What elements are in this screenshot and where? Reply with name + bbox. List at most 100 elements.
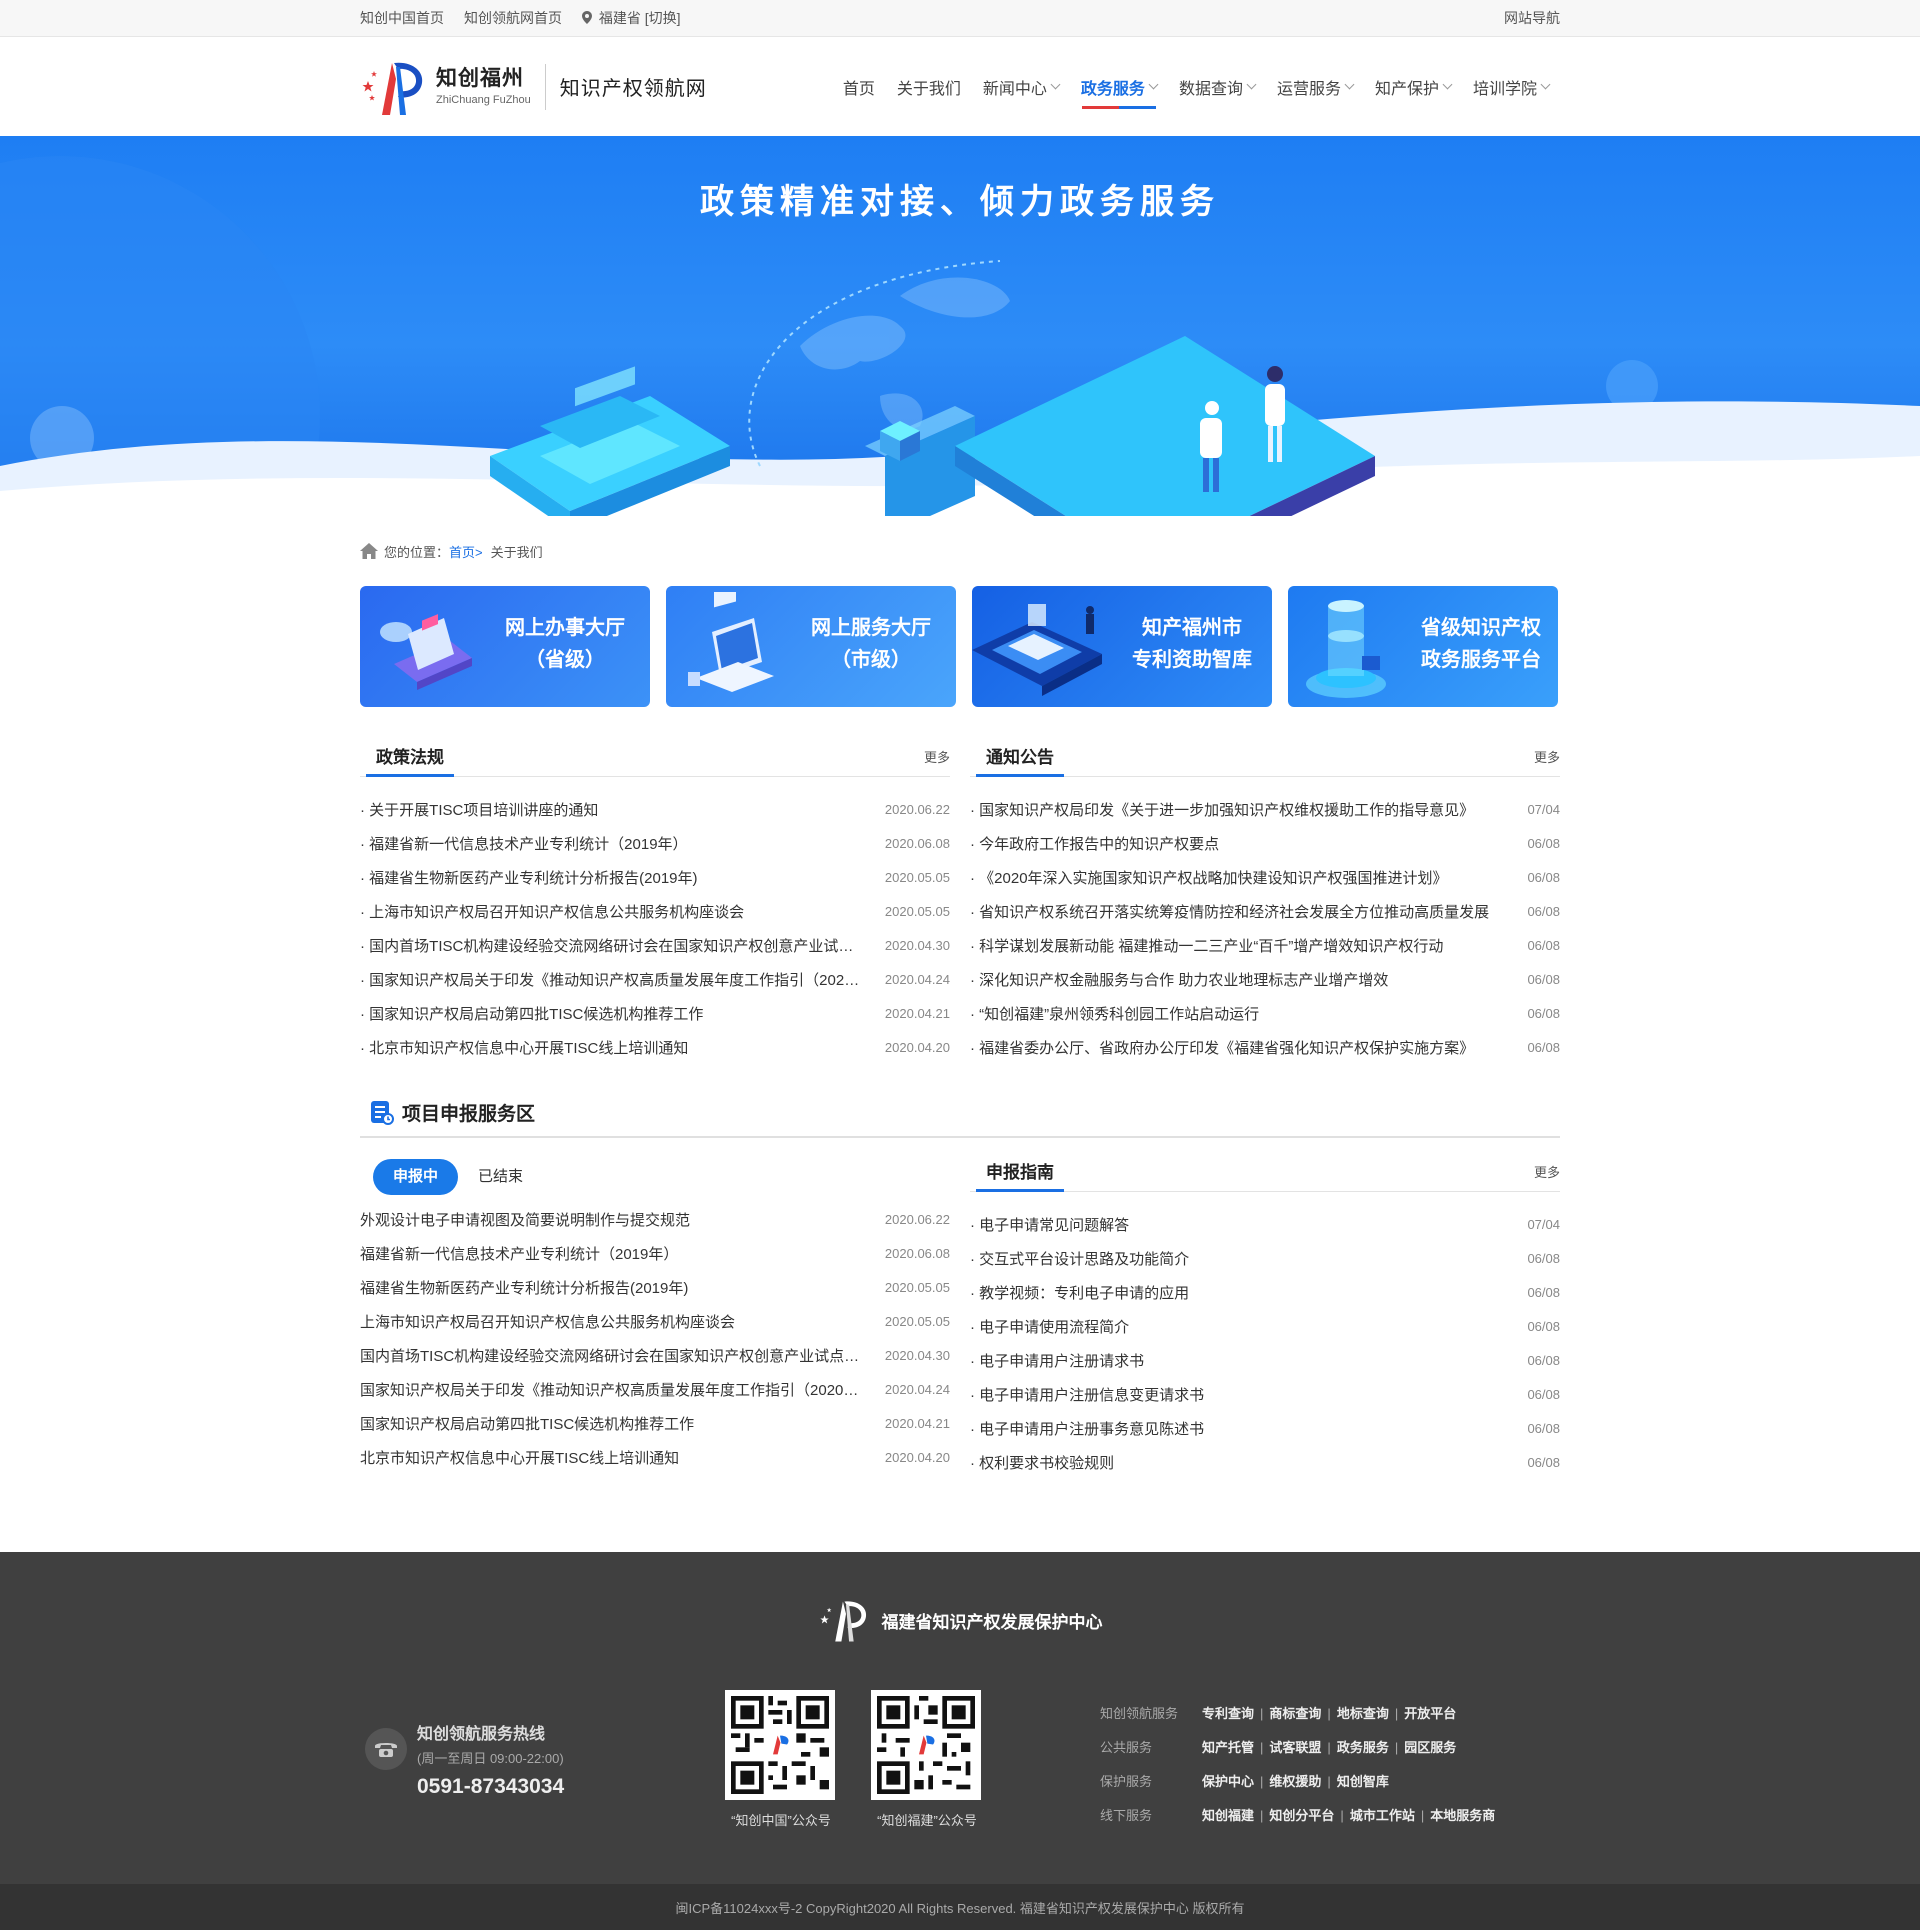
card-1-line-2: （省级） <box>525 649 605 671</box>
footer-link[interactable]: 园区服务 <box>1404 1740 1456 1755</box>
list-item[interactable]: · 上海市知识产权局召开知识产权信息公共服务机构座谈会 2020.05.05 <box>360 894 950 928</box>
zhichuang-china-home-link[interactable]: 知创中国首页 <box>360 8 444 28</box>
notice-more-link[interactable]: 更多 <box>1534 747 1560 776</box>
location-switch[interactable]: [切换] <box>645 10 681 26</box>
list-item[interactable]: · 今年政府工作报告中的知识产权要点 06/08 <box>970 826 1560 860</box>
footer-link[interactable]: 商标查询 <box>1269 1706 1321 1721</box>
site-logo[interactable]: 知创福州 ZhiChuang FuZhou 知识产权领航网 <box>360 57 707 117</box>
footer-link[interactable]: 地标查询 <box>1337 1706 1389 1721</box>
breadcrumb-prefix: 您的位置： <box>384 544 450 560</box>
nav-operation[interactable]: 运营服务 <box>1266 37 1364 136</box>
list-item-title: 上海市知识产权局召开知识产权信息公共服务机构座谈会 <box>360 1313 736 1331</box>
footer-link[interactable]: 城市工作站 <box>1350 1808 1415 1823</box>
breadcrumb-home-link[interactable]: 首页> <box>449 542 483 561</box>
list-item-title: 国内首场TISC机构建设经验交流网络研讨会在国家知识产权创意产业试点园区举行 <box>360 1347 880 1365</box>
separator: | <box>1394 1739 1399 1755</box>
site-nav-link[interactable]: 网站导航 <box>1504 10 1560 26</box>
footer-link-row: 线下服务 知创福建 | 知创分平台 | 城市工作站 | 本地服务商 <box>1100 1797 1495 1831</box>
list-item[interactable]: 国内首场TISC机构建设经验交流网络研讨会在国家知识产权创意产业试点园区举行 20… <box>360 1338 950 1372</box>
list-item[interactable]: · 电子申请用户注册请求书 06/08 <box>970 1343 1560 1377</box>
list-item[interactable]: · 电子申请使用流程简介 06/08 <box>970 1309 1560 1343</box>
list-item[interactable]: · 电子申请用户注册事务意见陈述书 06/08 <box>970 1411 1560 1445</box>
footer-links: 知创领航服务 专利查询 | 商标查询 | 地标查询 | 开放平台 公共服务 知产托管 | 试客联… <box>1100 1695 1495 1831</box>
nav-home[interactable]: 首页 <box>832 37 886 136</box>
list-item[interactable]: · 电子申请用户注册信息变更请求书 06/08 <box>970 1377 1560 1411</box>
hotline-hours: (周一至周日 09:00-22:00) <box>417 1751 564 1766</box>
list-item[interactable]: · 深化知识产权金融服务与合作 助力农业地理标志产业增产增效 06/08 <box>970 962 1560 996</box>
list-item[interactable]: · 北京市知识产权信息中心开展TISC线上培训通知 2020.04.20 <box>360 1030 950 1064</box>
zhichuang-navigator-home-link[interactable]: 知创领航网首页 <box>464 8 562 28</box>
card-4-line-2: 政务服务平台 <box>1421 649 1541 671</box>
guide-more-link[interactable]: 更多 <box>1534 1162 1560 1191</box>
list-item[interactable]: · 电子申请常见问题解答 07/04 <box>970 1207 1560 1241</box>
nav-about[interactable]: 关于我们 <box>886 37 972 136</box>
card-online-service-municipal[interactable]: 网上服务大厅 （市级） <box>666 586 956 707</box>
separator: | <box>1327 1739 1331 1755</box>
card-patent-funding-library[interactable]: 知产福州市 专利资助智库 <box>972 586 1272 707</box>
qr-code-icon <box>725 1690 835 1800</box>
list-item-date: 2020.05.05 <box>884 903 950 919</box>
list-item[interactable]: · 国家知识产权局关于印发《推动知识产权高质量发展年度工作指引（2020）》的通… <box>360 962 950 996</box>
footer-link[interactable]: 保护中心 <box>1202 1774 1254 1789</box>
separator: | <box>1327 1705 1331 1721</box>
list-item[interactable]: · 国家知识产权局启动第四批TISC候选机构推荐工作 2020.04.21 <box>360 996 950 1030</box>
service-cards: 网上办事大厅 （省级） 网上服务大厅 （市级） 知产福州市 专利资助智库 省级知… <box>360 586 1560 707</box>
nav-ip-protection[interactable]: 知产保护 <box>1364 37 1462 136</box>
policy-more-link[interactable]: 更多 <box>924 747 950 776</box>
footer-link[interactable]: 专利查询 <box>1202 1706 1254 1721</box>
footer-link[interactable]: 知创分平台 <box>1269 1808 1334 1823</box>
nav-gov-services[interactable]: 政务服务 <box>1070 37 1168 136</box>
banner-title: 政策精准对接、倾力政务服务 <box>700 182 1220 222</box>
footer-link[interactable]: 知创福建 <box>1202 1808 1254 1823</box>
list-item[interactable]: · 关于开展TISC项目培训讲座的通知 2020.06.22 <box>360 792 950 826</box>
location-selector[interactable]: 福建省 [切换] <box>582 8 681 28</box>
list-item[interactable]: 福建省生物新医药产业专利统计分析报告(2019年) 2020.05.05 <box>360 1270 950 1304</box>
qr-zhichuang-china: “知创中国”公众号 <box>725 1690 837 1829</box>
footer-link[interactable]: 知创智库 <box>1337 1774 1389 1789</box>
list-item[interactable]: · “知创福建”泉州领秀科创园工作站启动运行 06/08 <box>970 996 1560 1030</box>
list-item[interactable]: · 国内首场TISC机构建设经验交流网络研讨会在国家知识产权创意产业试点园区举行… <box>360 928 950 962</box>
tab-in-progress[interactable]: 申报中 <box>373 1159 459 1195</box>
guide-section: 申报指南 更多 · 电子申请常见问题解答 07/04 · 交互式平台设计思路及功能… <box>970 1138 1560 1479</box>
list-item[interactable]: · 科学谋划发展新动能 福建推动一二三产业“百千”增产增效知识产权行动 06/08 <box>970 928 1560 962</box>
list-item-title: · 关于开展TISC项目培训讲座的通知 <box>360 801 599 819</box>
footer-link[interactable]: 开放平台 <box>1404 1706 1456 1721</box>
footer-link[interactable]: 试客联盟 <box>1269 1740 1321 1755</box>
nav-training[interactable]: 培训学院 <box>1462 37 1560 136</box>
footer-link[interactable]: 本地服务商 <box>1430 1808 1495 1823</box>
card-3-line-2: 专利资助智库 <box>1132 649 1252 671</box>
footer-link[interactable]: 知产托管 <box>1202 1740 1254 1755</box>
nav-data-query[interactable]: 数据查询 <box>1168 37 1266 136</box>
list-item[interactable]: · 福建省新一代信息技术产业专利统计（2019年） 2020.06.08 <box>360 826 950 860</box>
list-item[interactable]: · 福建省委办公厅、省政府办公厅印发《福建省强化知识产权保护实施方案》 06/08 <box>970 1030 1560 1064</box>
list-item[interactable]: 北京市知识产权信息中心开展TISC线上培训通知 2020.04.20 <box>360 1440 950 1474</box>
footer-link[interactable]: 维权援助 <box>1269 1774 1321 1789</box>
hotline-number[interactable]: 0591-87343034 <box>417 1775 564 1799</box>
footer-link[interactable]: 政务服务 <box>1337 1740 1389 1755</box>
chevron-down-icon <box>1246 79 1257 89</box>
breadcrumb: 您的位置： 首页> 关于我们 <box>360 516 1560 586</box>
list-item-date: 2020.06.22 <box>884 1211 950 1227</box>
list-item[interactable]: · 交互式平台设计思路及功能简介 06/08 <box>970 1241 1560 1275</box>
card-online-office-provincial[interactable]: 网上办事大厅 （省级） <box>360 586 650 707</box>
list-item[interactable]: · 教学视频：专利电子申请的应用 06/08 <box>970 1275 1560 1309</box>
card-3-line-1: 知产福州市 <box>1142 617 1242 639</box>
card-provincial-ip-platform[interactable]: 省级知识产权 政务服务平台 <box>1288 586 1558 707</box>
home-icon <box>360 543 378 559</box>
tab-ended[interactable]: 已结束 <box>458 1159 543 1195</box>
list-item[interactable]: 上海市知识产权局召开知识产权信息公共服务机构座谈会 2020.05.05 <box>360 1304 950 1338</box>
list-item[interactable]: · 省知识产权系统召开落实统筹疫情防控和经济社会发展全方位推动高质量发展 06/0… <box>970 894 1560 928</box>
copyright: 闽ICP备11024xxx号-2 CopyRight2020 All Right… <box>0 1884 1920 1930</box>
nav-news[interactable]: 新闻中心 <box>972 37 1070 136</box>
phone-icon <box>365 1728 407 1770</box>
list-item[interactable]: 外观设计电子申请视图及简要说明制作与提交规范 2020.06.22 <box>360 1202 950 1236</box>
list-item[interactable]: 福建省新一代信息技术产业专利统计（2019年） 2020.06.08 <box>360 1236 950 1270</box>
list-item[interactable]: 国家知识产权局启动第四批TISC候选机构推荐工作 2020.04.21 <box>360 1406 950 1440</box>
card-4-line-1: 省级知识产权 <box>1421 617 1541 639</box>
list-item[interactable]: · 权利要求书校验规则 06/08 <box>970 1445 1560 1479</box>
list-item-date: 06/08 <box>1527 937 1560 953</box>
list-item[interactable]: · 福建省生物新医药产业专利统计分析报告(2019年) 2020.05.05 <box>360 860 950 894</box>
list-item[interactable]: · 《2020年深入实施国家知识产权战略加快建设知识产权强国推进计划》 06/08 <box>970 860 1560 894</box>
list-item[interactable]: 国家知识产权局关于印发《推动知识产权高质量发展年度工作指引（2020）》的通知 2… <box>360 1372 950 1406</box>
list-item[interactable]: · 国家知识产权局印发《关于进一步加强知识产权维权援助工作的指导意见》 07/04 <box>970 792 1560 826</box>
